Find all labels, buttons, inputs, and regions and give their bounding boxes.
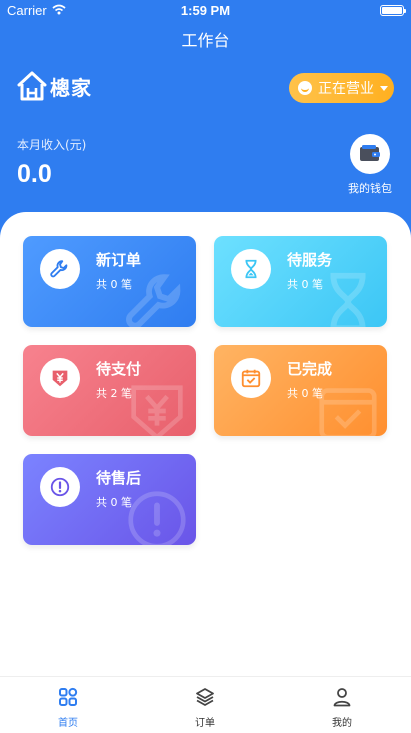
tab-label: 首页 <box>58 718 78 729</box>
tab-label: 我的 <box>332 718 352 729</box>
layers-icon <box>196 688 214 706</box>
tab-bar: 首页 订单 我的 <box>0 676 411 733</box>
brand-logo: 樬家 <box>16 70 92 102</box>
wrench-icon-container <box>40 249 80 289</box>
grid-icon <box>59 687 78 706</box>
calendar-check-icon-container <box>231 358 271 398</box>
user-icon <box>333 688 351 707</box>
hourglass-watermark-icon <box>330 272 366 327</box>
tab-home[interactable]: 首页 <box>38 687 98 729</box>
status-bar: Carrier 1:59 PM <box>0 0 411 22</box>
battery-icon <box>380 5 406 16</box>
alert-watermark-icon <box>128 491 186 545</box>
wallet-icon <box>360 145 380 161</box>
yen-down-icon-container <box>40 358 80 398</box>
hourglass-icon <box>245 259 257 279</box>
calendar-watermark-icon <box>319 388 377 436</box>
smile-icon <box>298 81 312 95</box>
hourglass-icon-container <box>231 249 271 289</box>
tab-label: 订单 <box>195 718 215 729</box>
brand-name: 樬家 <box>50 75 92 100</box>
page-title: 工作台 <box>181 31 230 50</box>
alert-icon <box>50 477 70 497</box>
card-pending-payment[interactable]: 待支付 共 2 笔 <box>23 345 196 436</box>
card-after-sales[interactable]: 待售后 共 0 笔 <box>23 454 196 545</box>
tab-mine[interactable]: 我的 <box>312 687 372 729</box>
yen-down-icon <box>52 370 68 387</box>
business-status-dropdown[interactable]: 正在营业 <box>289 73 394 103</box>
tab-orders[interactable]: 订单 <box>175 687 235 729</box>
wallet-icon-container <box>350 134 390 174</box>
card-completed[interactable]: 已完成 共 0 笔 <box>214 345 387 436</box>
wallet-label: 我的钱包 <box>348 182 392 195</box>
calendar-check-icon <box>241 369 261 388</box>
clock: 1:59 PM <box>180 3 231 18</box>
business-status-label: 正在营业 <box>318 81 374 97</box>
card-pending-service[interactable]: 待服务 共 0 笔 <box>214 236 387 327</box>
income-value: 0.0 <box>17 160 52 188</box>
wrench-icon <box>50 260 68 278</box>
card-new-orders[interactable]: 新订单 共 0 笔 <box>23 236 196 327</box>
wrench-watermark-icon <box>126 274 181 327</box>
yen-watermark-icon <box>131 385 183 436</box>
alert-icon-container <box>40 467 80 507</box>
house-logo-icon <box>17 71 47 101</box>
chevron-down-icon <box>380 85 388 91</box>
income-label: 本月收入(元) <box>17 138 87 152</box>
wallet-button[interactable]: 我的钱包 <box>346 134 394 196</box>
